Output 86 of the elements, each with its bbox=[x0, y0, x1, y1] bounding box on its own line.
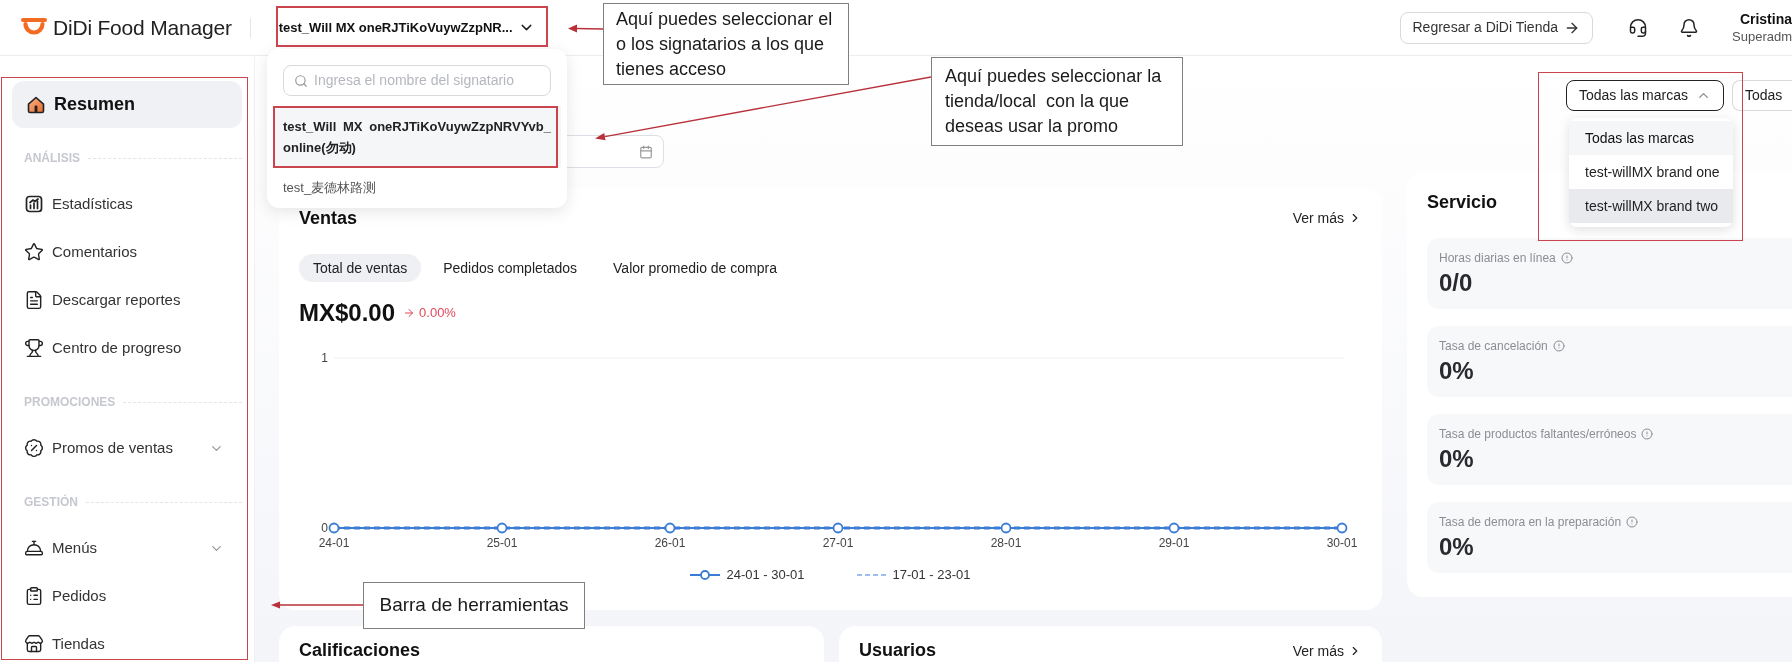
cloche-icon bbox=[24, 538, 44, 558]
brand-select[interactable]: Todas las marcas bbox=[1566, 80, 1724, 111]
sidebar-item[interactable]: Pedidos bbox=[12, 578, 242, 614]
data-point bbox=[328, 522, 340, 534]
metric-label: Tasa de productos faltantes/erróneos bbox=[1439, 426, 1637, 443]
tab[interactable]: Pedidos completados bbox=[429, 254, 592, 282]
exclamation-circle-icon bbox=[1626, 516, 1639, 528]
section-label: GESTIÓN bbox=[24, 493, 78, 511]
notification-bell-icon[interactable] bbox=[1679, 17, 1699, 38]
house-icon bbox=[26, 94, 46, 115]
axis-label: 24-01 bbox=[318, 536, 350, 550]
data-point bbox=[664, 522, 676, 534]
axis-label: 26-01 bbox=[654, 536, 686, 550]
exclamation-circle-icon bbox=[1641, 428, 1654, 440]
more-link[interactable]: Ver más bbox=[1292, 207, 1362, 229]
section-label: ANÁLISIS bbox=[24, 149, 80, 167]
legend-label: 24-01 - 30-01 bbox=[726, 566, 805, 585]
card-title: Servicio bbox=[1427, 192, 1498, 212]
dropdown-option[interactable]: Todas las marcas bbox=[1569, 121, 1733, 155]
exclamation-circle-icon bbox=[1560, 252, 1573, 264]
sidebar-item[interactable]: Comentarios bbox=[12, 234, 242, 270]
axis-label: 28-01 bbox=[990, 536, 1022, 550]
axis-label: 25-01 bbox=[486, 536, 518, 550]
store-icon bbox=[24, 634, 44, 654]
metric-label: Tasa de demora en la preparación bbox=[1439, 514, 1622, 531]
percent-badge-icon bbox=[24, 438, 44, 458]
legend-label: 17-01 - 23-01 bbox=[892, 566, 971, 585]
metric-value: 0% bbox=[1439, 532, 1474, 562]
callout-arrow bbox=[567, 23, 603, 35]
user-role: Superadm bbox=[1732, 27, 1792, 46]
legend-dashed-icon bbox=[856, 573, 887, 577]
axis-label: 0 bbox=[321, 521, 328, 535]
search-icon bbox=[294, 73, 308, 88]
metric-value: 0/0 bbox=[1439, 268, 1473, 298]
callout-note: Barra de herramientas bbox=[363, 582, 585, 629]
callout-note: Aquí puedes seleccionar el o los signatarios a los que tienes acceso bbox=[603, 3, 849, 85]
axis-label: 27-01 bbox=[822, 536, 854, 550]
dropdown-option[interactable]: test-willMX brand one bbox=[1569, 155, 1733, 189]
search-field[interactable]: Ingresa el nombre del signatario bbox=[283, 65, 551, 96]
calendar-icon bbox=[639, 144, 653, 159]
axis-label: 29-01 bbox=[1158, 536, 1190, 550]
arrow-right-icon bbox=[403, 307, 416, 319]
card-title: Ventas bbox=[299, 208, 358, 228]
sidebar-item[interactable]: Tiendas bbox=[12, 626, 242, 662]
card-title: Usuarios bbox=[859, 640, 937, 662]
data-point bbox=[1336, 522, 1348, 534]
metric-value: 0% bbox=[1439, 356, 1474, 386]
signatory-select[interactable]: test_Will MX oneRJTiKoVuywZzpNR... bbox=[272, 8, 541, 47]
change-value: 0.00% bbox=[419, 304, 456, 323]
dropdown-option[interactable]: test_Will MX oneRJTiKoVuywZzpNRVYvb_online(勿动) bbox=[273, 106, 561, 168]
user-name: Cristina bbox=[1739, 9, 1792, 28]
support-headset-icon[interactable] bbox=[1628, 17, 1648, 38]
logo-text: DiDi Food Manager bbox=[53, 14, 232, 41]
sidebar-item[interactable]: Descargar reportes bbox=[12, 282, 242, 318]
sidebar-item[interactable]: Centro de progreso bbox=[12, 330, 242, 366]
dropdown-option[interactable]: test_麦德林路测 bbox=[273, 170, 561, 206]
data-point bbox=[1000, 522, 1012, 534]
dropdown-option[interactable]: test-willMX brand two bbox=[1569, 189, 1733, 223]
data-point bbox=[832, 522, 844, 534]
tab[interactable]: Total de ventas bbox=[299, 254, 422, 282]
sidebar-item[interactable]: Promos de ventas bbox=[12, 430, 242, 466]
metric-label: Horas diarias en línea bbox=[1439, 250, 1556, 267]
clipboard-icon bbox=[24, 586, 44, 606]
bar-chart-icon bbox=[24, 194, 44, 214]
filter-select[interactable]: Todas bbox=[1732, 80, 1792, 111]
data-point bbox=[496, 522, 508, 534]
sidebar-item[interactable]: Estadísticas bbox=[12, 186, 242, 222]
star-icon bbox=[24, 242, 44, 262]
document-icon bbox=[24, 290, 44, 310]
axis-label: 30-01 bbox=[1326, 536, 1358, 550]
sales-amount: MX$0.00 bbox=[299, 298, 396, 328]
return-button[interactable]: Regresar a DiDi Tienda bbox=[1399, 11, 1593, 44]
card-title: Calificaciones bbox=[299, 640, 421, 662]
metric-label: Tasa de cancelación bbox=[1439, 338, 1548, 355]
axis-label: 1 bbox=[321, 351, 328, 365]
trophy-icon bbox=[24, 338, 44, 358]
callout-note: Aquí puedes seleccionar la tienda/local con la que deseas usar la promo bbox=[931, 57, 1183, 146]
legend-marker-icon bbox=[690, 570, 721, 580]
exclamation-circle-icon bbox=[1552, 340, 1565, 352]
section-label: PROMOCIONES bbox=[24, 394, 116, 411]
data-point bbox=[1168, 522, 1180, 534]
sidebar-item[interactable]: Resumen bbox=[12, 81, 242, 128]
metric-value: 0% bbox=[1439, 444, 1474, 474]
tab[interactable]: Valor promedio de compra bbox=[599, 254, 791, 282]
more-link[interactable]: Ver más bbox=[1292, 640, 1362, 662]
sidebar-item[interactable]: Menús bbox=[12, 530, 242, 566]
